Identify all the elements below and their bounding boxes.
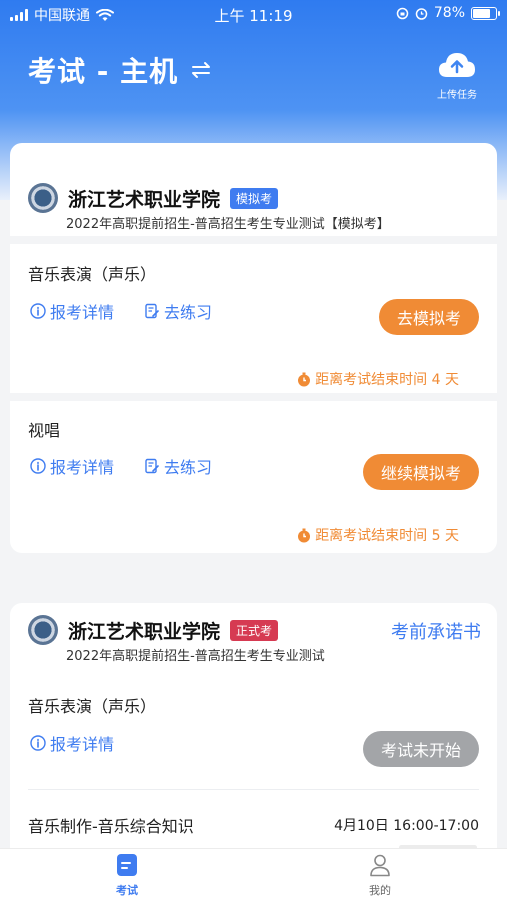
- practice-label: 去练习: [164, 303, 213, 322]
- practice-link[interactable]: 去练习: [144, 299, 212, 323]
- practice-icon: [145, 303, 159, 319]
- school-name: 浙江艺术职业学院: [68, 188, 221, 211]
- subject-links: 报考详情 去练习: [30, 299, 212, 323]
- formal-exam-tag: 正式考: [230, 619, 279, 641]
- exam-detail-label: 报考详情: [50, 458, 115, 477]
- start-mock-exam-button[interactable]: 去模拟考: [378, 299, 479, 335]
- upload-task-label: 上传任务: [437, 90, 477, 101]
- orientation-lock-icon: [396, 7, 409, 19]
- exam-detail-link[interactable]: 报考详情: [30, 454, 114, 478]
- info-icon: [30, 735, 46, 751]
- exam-not-started-button: 考试未开始: [362, 731, 479, 767]
- tab-mine[interactable]: 我的: [340, 853, 420, 898]
- tab-exam-label: 考试: [116, 884, 138, 897]
- school-logo: [28, 183, 58, 213]
- subject-name: 视唱: [28, 421, 61, 440]
- subject-name: 音乐表演（声乐）: [28, 265, 157, 284]
- upload-task-button[interactable]: 上传任务: [433, 50, 481, 101]
- subject-name: 音乐制作-音乐综合知识: [28, 817, 194, 836]
- exam-time: 4月10日 16:00-17:00: [334, 818, 479, 834]
- pre-exam-pledge-link[interactable]: 考前承诺书: [391, 618, 481, 644]
- battery-percent: 78%: [433, 5, 465, 21]
- deadline-text: 距离考试结束时间 4 天: [315, 372, 459, 388]
- exam-detail-label: 报考详情: [50, 735, 115, 754]
- practice-link[interactable]: 去练习: [144, 454, 212, 478]
- cloud-upload-icon: [439, 53, 475, 77]
- continue-mock-exam-button[interactable]: 继续模拟考: [362, 454, 479, 490]
- switch-icon[interactable]: [188, 57, 214, 83]
- exam-detail-link[interactable]: 报考详情: [30, 299, 114, 323]
- stopwatch-icon: [298, 372, 311, 386]
- tab-exam[interactable]: 考试: [87, 853, 167, 898]
- deadline-text: 距离考试结束时间 5 天: [315, 528, 459, 544]
- person-icon: [370, 854, 390, 877]
- formal-exam-card: 浙江艺术职业学院 正式考 考前承诺书 2022年高职提前招生-普高招生考生专业测…: [10, 603, 497, 848]
- exam-detail-link[interactable]: 报考详情: [30, 731, 114, 755]
- status-right: 78%: [396, 5, 500, 21]
- deadline-row: 距离考试结束时间 5 天: [297, 525, 459, 545]
- subject-links: 报考详情: [30, 731, 114, 755]
- bottom-tab-bar: 考试 我的: [0, 848, 507, 900]
- section-divider: [10, 236, 497, 244]
- page-title: 考试 - 主机: [28, 55, 179, 88]
- deadline-row: 距离考试结束时间 4 天: [297, 369, 459, 389]
- exam-subtitle: 2022年高职提前招生-普高招生考生专业测试【模拟考】: [66, 217, 390, 232]
- title-row: 考试 - 主机: [28, 50, 214, 90]
- mock-exam-tag: 模拟考: [230, 187, 279, 209]
- school-row: 浙江艺术职业学院 模拟考: [28, 183, 279, 213]
- tab-mine-label: 我的: [369, 884, 391, 897]
- divider-line: [28, 789, 479, 790]
- school-row: 浙江艺术职业学院 正式考: [28, 615, 279, 645]
- exam-detail-label: 报考详情: [50, 303, 115, 322]
- subject-links: 报考详情 去练习: [30, 454, 212, 478]
- exam-tab-icon: [117, 854, 137, 876]
- section-divider: [10, 393, 497, 401]
- subject-name: 音乐表演（声乐）: [28, 697, 157, 716]
- info-icon: [30, 458, 46, 474]
- school-name: 浙江艺术职业学院: [68, 620, 221, 643]
- stopwatch-icon: [298, 528, 311, 542]
- status-bar: 中国联通 上午 11:19 78%: [0, 0, 507, 28]
- practice-icon: [145, 458, 159, 474]
- mock-exam-card: 浙江艺术职业学院 模拟考 2022年高职提前招生-普高招生考生专业测试【模拟考】…: [10, 143, 497, 553]
- battery-icon: [471, 6, 500, 20]
- school-logo: [28, 615, 58, 645]
- alarm-icon: [415, 7, 428, 20]
- practice-label: 去练习: [164, 458, 213, 477]
- info-icon: [30, 303, 46, 319]
- exam-subtitle: 2022年高职提前招生-普高招生考生专业测试: [66, 649, 325, 664]
